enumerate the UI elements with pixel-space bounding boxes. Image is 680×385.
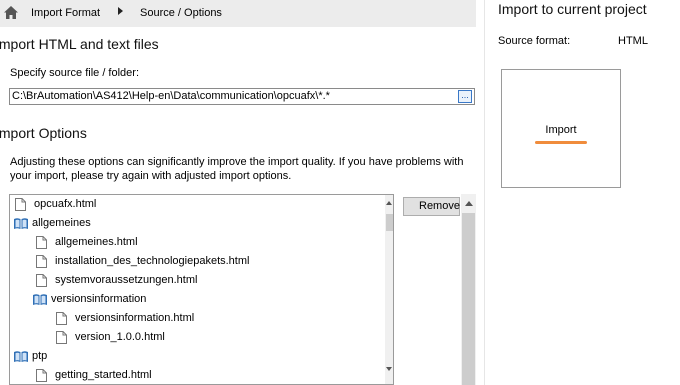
file-icon [36, 369, 47, 384]
scroll-thumb[interactable] [462, 213, 475, 385]
breadcrumb: Import Format Source / Options [0, 0, 476, 27]
tree-item-label: versionsinformation [51, 293, 147, 305]
file-icon [56, 331, 67, 351]
pane-divider [484, 0, 485, 385]
book-icon [32, 293, 48, 313]
chevron-right-icon [118, 7, 123, 15]
scroll-up-arrow-icon[interactable] [386, 201, 392, 205]
remove-button[interactable]: Remove [403, 197, 460, 216]
scroll-up-arrow-icon[interactable] [465, 201, 473, 206]
breadcrumb-step-source-options[interactable]: Source / Options [140, 7, 222, 19]
source-label: Specify source file / folder: [10, 67, 140, 79]
tree-item-label: version_1.0.0.html [75, 331, 165, 343]
file-icon [36, 255, 47, 275]
source-format-value: HTML [618, 35, 648, 47]
book-icon [13, 350, 29, 370]
tree-scrollbar[interactable] [385, 195, 393, 384]
tree-item-label: getting_started.html [55, 369, 152, 381]
tree-item-label: ptp [32, 350, 48, 362]
scroll-down-arrow-icon[interactable] [386, 367, 392, 371]
file-icon [36, 274, 47, 294]
options-scrollbar[interactable] [461, 194, 476, 385]
import-accent-underline [535, 141, 587, 144]
home-icon[interactable] [3, 5, 19, 23]
scroll-thumb[interactable] [386, 214, 393, 231]
tree-item-label: opcuafx.html [34, 198, 97, 210]
source-path-input[interactable]: C:\BrAutomation\AS412\Help-en\Data\commu… [9, 88, 475, 105]
tree-item-label: versionsinformation.html [75, 312, 195, 324]
file-icon [15, 198, 26, 218]
project-title: Import to current project [498, 1, 647, 17]
import-options-title: Import Options [0, 125, 87, 141]
file-icon [56, 312, 67, 332]
file-icon [36, 236, 47, 256]
import-button-label: Import [545, 124, 577, 136]
breadcrumb-step-import-format[interactable]: Import Format [31, 7, 100, 19]
browse-button[interactable]: ... [458, 90, 472, 103]
import-button[interactable]: Import [501, 69, 621, 188]
tree-item-label: systemvoraussetzungen.html [55, 274, 198, 286]
import-options-description: Adjusting these options can significantl… [10, 156, 464, 182]
source-format-label: Source format: [498, 35, 571, 47]
tree-item-label: installation_des_technologiepakets.html [55, 255, 250, 267]
tree-item-label: allgemeines.html [55, 236, 138, 248]
import-section-title: Import HTML and text files [0, 36, 159, 52]
file-tree[interactable]: opcuafx.html allgemeines allgemeines.htm… [9, 194, 394, 385]
book-icon [13, 217, 29, 237]
tree-item-label: allgemeines [32, 217, 91, 229]
